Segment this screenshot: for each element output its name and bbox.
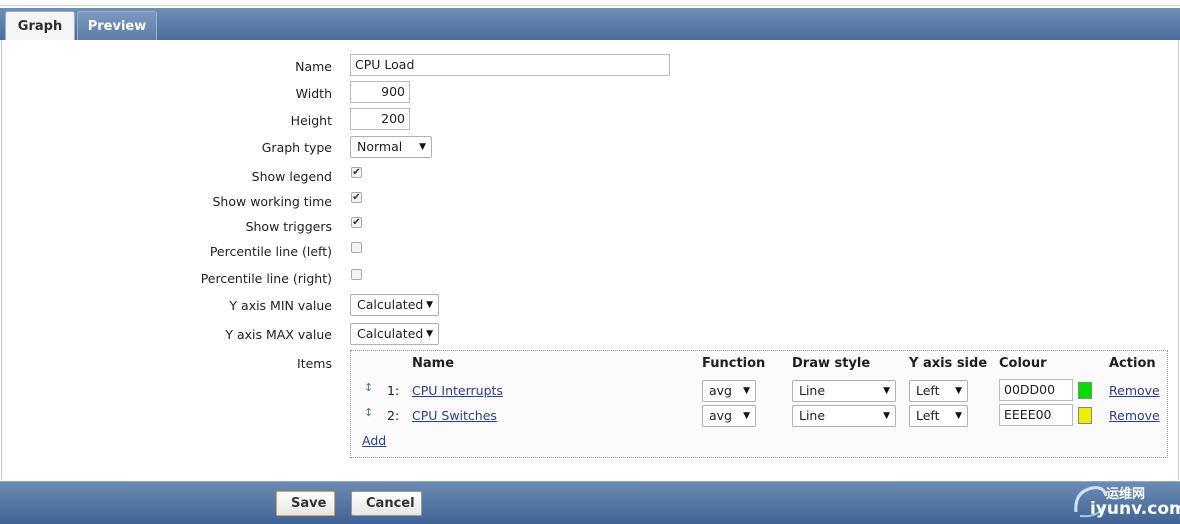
function-value: avg: [709, 408, 732, 423]
tab-graph[interactable]: Graph: [5, 11, 75, 40]
row-index: 2:: [387, 408, 400, 423]
height-label: Height: [290, 113, 332, 128]
show-triggers-label: Show triggers: [245, 219, 332, 234]
function-select[interactable]: avg ▼: [702, 380, 756, 402]
y-axis-side-select[interactable]: Left ▼: [909, 405, 968, 427]
y-max-label: Y axis MAX value: [225, 327, 332, 342]
y-axis-side-value: Left: [916, 383, 940, 398]
name-input[interactable]: CPU Load: [350, 54, 670, 76]
graph-type-label: Graph type: [261, 140, 332, 155]
header-action: Action: [1109, 356, 1156, 371]
graph-type-value: Normal: [357, 139, 403, 154]
colour-input[interactable]: EEEE00: [999, 404, 1073, 426]
dropdown-arrow-icon: ▼: [426, 329, 433, 339]
save-button[interactable]: Save: [276, 491, 335, 516]
y-axis-side-select[interactable]: Left ▼: [909, 380, 968, 402]
colour-input[interactable]: 00DD00: [999, 379, 1073, 401]
header-name: Name: [412, 356, 455, 371]
dropdown-arrow-icon: ▼: [883, 411, 890, 421]
percentile-left-label: Percentile line (left): [209, 244, 332, 259]
draw-style-select[interactable]: Line ▼: [792, 380, 896, 402]
y-axis-side-value: Left: [916, 408, 940, 423]
drag-handle-icon[interactable]: ↕: [364, 406, 373, 419]
dropdown-arrow-icon: ▼: [955, 386, 962, 396]
percentile-right-checkbox[interactable]: [351, 269, 362, 280]
watermark-domain-text: iyunv.com: [1090, 499, 1180, 519]
y-max-select[interactable]: Calculated ▼: [350, 323, 439, 345]
show-triggers-checkbox[interactable]: ✔: [351, 217, 362, 228]
item-name-link[interactable]: CPU Switches: [412, 408, 497, 423]
item-name-link[interactable]: CPU Interrupts: [412, 383, 503, 398]
items-table: Name Function Draw style Y axis side Col…: [350, 350, 1168, 458]
y-min-value: Calculated: [357, 297, 424, 312]
colour-swatch[interactable]: [1078, 382, 1092, 399]
footer-bar: Save Cancel: [0, 481, 1180, 524]
show-legend-checkbox[interactable]: ✔: [351, 167, 362, 178]
top-rule: [0, 0, 1180, 6]
height-input[interactable]: 200: [350, 108, 410, 130]
dropdown-arrow-icon: ▼: [743, 386, 750, 396]
cancel-button[interactable]: Cancel: [351, 491, 422, 516]
header-colour: Colour: [999, 356, 1047, 371]
remove-link[interactable]: Remove: [1109, 383, 1160, 398]
show-legend-label: Show legend: [251, 169, 332, 184]
function-value: avg: [709, 383, 732, 398]
width-label: Width: [295, 86, 332, 101]
items-label: Items: [297, 356, 332, 371]
header-function: Function: [702, 356, 766, 371]
width-input[interactable]: 900: [350, 81, 410, 103]
draw-style-value: Line: [799, 383, 826, 398]
dropdown-arrow-icon: ▼: [743, 411, 750, 421]
name-label: Name: [295, 59, 332, 74]
add-item-link[interactable]: Add: [362, 433, 386, 448]
draw-style-select[interactable]: Line ▼: [792, 405, 896, 427]
dropdown-arrow-icon: ▼: [419, 142, 426, 152]
watermark-logo: 运维网 iyunv.com: [1070, 482, 1180, 522]
dropdown-arrow-icon: ▼: [955, 411, 962, 421]
show-working-time-label: Show working time: [212, 194, 333, 209]
header-draw-style: Draw style: [792, 356, 871, 371]
colour-swatch[interactable]: [1078, 407, 1092, 424]
tab-bar: Graph Preview: [0, 8, 1180, 40]
graph-form-panel: Name CPU Load Width 900 Height 200 Graph…: [1, 40, 1179, 480]
percentile-left-checkbox[interactable]: [351, 242, 362, 253]
y-max-value: Calculated: [357, 326, 424, 341]
header-y-axis-side: Y axis side: [909, 356, 988, 371]
y-min-label: Y axis MIN value: [229, 298, 332, 313]
drag-handle-icon[interactable]: ↕: [364, 381, 373, 394]
row-index: 1:: [387, 383, 400, 398]
tab-preview[interactable]: Preview: [77, 11, 157, 40]
dropdown-arrow-icon: ▼: [883, 386, 890, 396]
remove-link[interactable]: Remove: [1109, 408, 1160, 423]
show-working-time-checkbox[interactable]: ✔: [351, 192, 362, 203]
percentile-right-label: Percentile line (right): [200, 271, 332, 286]
graph-type-select[interactable]: Normal ▼: [350, 136, 432, 158]
draw-style-value: Line: [799, 408, 826, 423]
dropdown-arrow-icon: ▼: [426, 300, 433, 310]
y-min-select[interactable]: Calculated ▼: [350, 294, 439, 316]
function-select[interactable]: avg ▼: [702, 405, 756, 427]
